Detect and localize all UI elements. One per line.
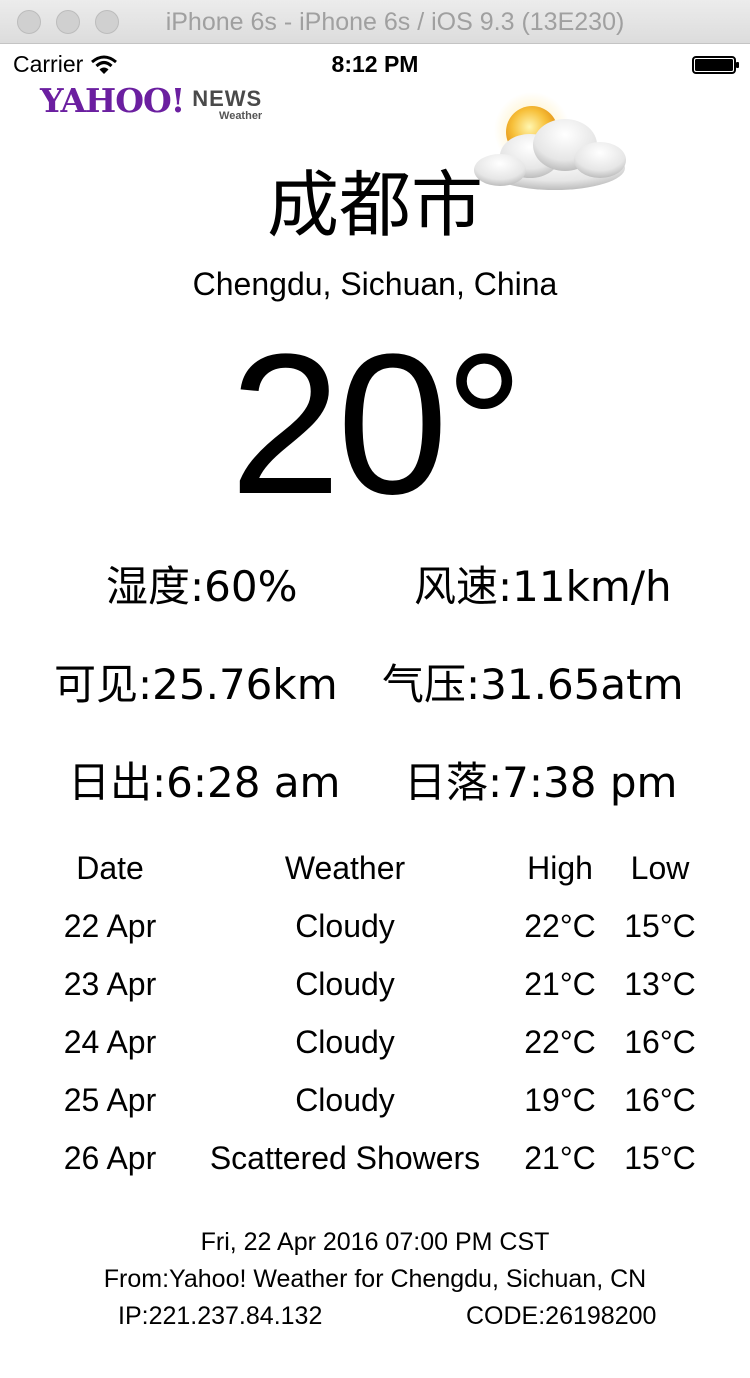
forecast-header-row: Date Weather High Low xyxy=(0,850,750,908)
pressure-value: 气压:31.65atm xyxy=(382,660,684,709)
forecast-low: 13°C xyxy=(624,966,696,1002)
column-header-weather: Weather xyxy=(284,850,406,886)
sunrise-value: 日出:6:28 am xyxy=(68,758,341,807)
city-name: 成都市 xyxy=(266,163,483,247)
ip-address: IP:221.237.84.132 xyxy=(118,1302,323,1330)
location-label: Chengdu, Sichuan, China xyxy=(192,266,558,302)
current-temperature: 20° xyxy=(229,313,524,536)
logo-product: NEWS Weather xyxy=(192,86,263,123)
forecast-high: 21°C xyxy=(524,966,596,1002)
battery-icon xyxy=(692,56,739,74)
data-source: From:Yahoo! Weather for Chengdu, Sichuan… xyxy=(103,1265,647,1293)
status-bar: Carrier 8:12 PM xyxy=(0,44,750,84)
forecast-low: 15°C xyxy=(624,908,696,944)
forecast-high: 21°C xyxy=(524,1140,596,1176)
logo-brand: YAHOO! xyxy=(40,81,185,120)
forecast-date: 23 Apr xyxy=(63,966,157,1002)
status-time: 8:12 PM xyxy=(331,51,419,77)
city-code: CODE:26198200 xyxy=(466,1302,657,1330)
wind-speed-value: 风速:11km/h xyxy=(414,562,672,611)
simulator-title-bar: iPhone 6s - iPhone 6s / iOS 9.3 (13E230) xyxy=(0,0,750,44)
forecast-date: 25 Apr xyxy=(63,1082,157,1118)
forecast-condition: Cloudy xyxy=(295,1082,395,1118)
column-header-high: High xyxy=(527,850,593,886)
forecast-condition: Scattered Showers xyxy=(209,1140,481,1176)
forecast-condition: Cloudy xyxy=(295,966,395,1002)
forecast-table: Date Weather High Low 22 Apr Cloudy 22°C… xyxy=(0,850,750,1198)
logo-product-sub: Weather xyxy=(219,110,263,122)
forecast-low: 16°C xyxy=(624,1024,696,1060)
logo-product-name: NEWS xyxy=(192,86,263,111)
forecast-low: 15°C xyxy=(624,1140,696,1176)
report-date: Fri, 22 Apr 2016 07:00 PM CST xyxy=(200,1228,550,1256)
forecast-row: 24 Apr Cloudy 22°C 16°C xyxy=(0,1024,750,1082)
forecast-high: 22°C xyxy=(524,908,596,944)
sunset-value: 日落:7:38 pm xyxy=(404,758,678,807)
column-header-date: Date xyxy=(76,850,144,886)
humidity-value: 湿度:60% xyxy=(106,562,298,611)
forecast-condition: Cloudy xyxy=(295,1024,395,1060)
forecast-row: 22 Apr Cloudy 22°C 15°C xyxy=(0,908,750,966)
forecast-date: 26 Apr xyxy=(63,1140,157,1176)
forecast-condition: Cloudy xyxy=(295,908,395,944)
forecast-date: 22 Apr xyxy=(63,908,157,944)
forecast-row: 25 Apr Cloudy 19°C 16°C xyxy=(0,1082,750,1140)
forecast-high: 19°C xyxy=(524,1082,596,1118)
forecast-date: 24 Apr xyxy=(63,1024,157,1060)
forecast-low: 16°C xyxy=(624,1082,696,1118)
forecast-high: 22°C xyxy=(524,1024,596,1060)
forecast-row: 26 Apr Scattered Showers 21°C 15°C xyxy=(0,1140,750,1198)
forecast-row: 23 Apr Cloudy 21°C 13°C xyxy=(0,966,750,1024)
yahoo-news-weather-logo: YAHOO! NEWS Weather xyxy=(40,81,263,123)
column-header-low: Low xyxy=(630,850,690,886)
visibility-value: 可见:25.76km xyxy=(54,660,338,709)
window-title: iPhone 6s - iPhone 6s / iOS 9.3 (13E230) xyxy=(165,8,625,36)
